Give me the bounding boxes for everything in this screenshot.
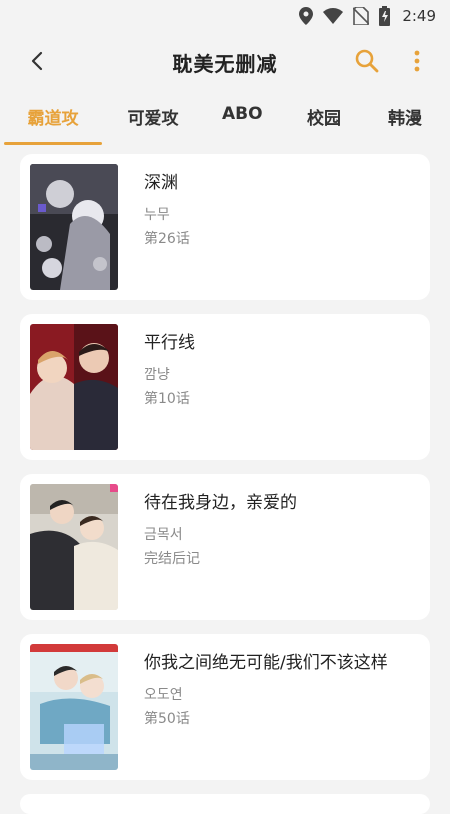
comic-author: 누무 — [144, 207, 170, 223]
comic-latest-chapter: 完结后记 — [144, 551, 200, 567]
comic-card[interactable]: 待在我身边，亲爱的 금목서 完结后记 — [20, 474, 430, 620]
tab-keai-gong[interactable]: 可爱攻 — [124, 104, 182, 129]
search-icon — [355, 49, 379, 73]
comic-author: 깜냥 — [144, 367, 170, 383]
comic-cover-image — [30, 324, 118, 450]
battery-charging-icon — [379, 6, 391, 26]
more-options-button[interactable] — [407, 48, 427, 74]
more-vert-icon — [414, 50, 420, 72]
no-sim-icon — [353, 7, 370, 25]
category-tabs: 霸道攻 可爱攻 ABO 校园 韩漫 — [0, 92, 450, 145]
comic-cover-image — [30, 164, 118, 290]
status-time: 2:49 — [402, 7, 436, 25]
comic-cover-image — [30, 484, 118, 610]
comic-card-partial[interactable] — [20, 794, 430, 814]
status-bar: 2:49 — [0, 0, 450, 32]
app-bar: 耽美无删减 — [0, 32, 450, 90]
tab-badao-gong[interactable]: 霸道攻 — [24, 104, 82, 129]
comic-title: 待在我身边，亲爱的 — [144, 493, 297, 513]
comic-card[interactable]: 你我之间绝无可能/我们不该这样 오도연 第50话 — [20, 634, 430, 780]
comic-latest-chapter: 第50话 — [144, 711, 190, 727]
tab-indicator — [4, 142, 102, 145]
tab-hanman[interactable]: 韩漫 — [386, 104, 424, 129]
comic-latest-chapter: 第26话 — [144, 231, 190, 247]
comic-cover-image — [30, 644, 118, 770]
comic-author: 오도연 — [144, 687, 183, 703]
comic-card[interactable]: 深渊 누무 第26话 — [20, 154, 430, 300]
wifi-icon — [323, 8, 344, 24]
comic-card[interactable]: 平行线 깜냥 第10话 — [20, 314, 430, 460]
tab-xiaoyuan[interactable]: 校园 — [305, 104, 343, 129]
tab-abo[interactable]: ABO — [222, 104, 263, 124]
comic-latest-chapter: 第10话 — [144, 391, 190, 407]
comic-title: 深渊 — [144, 173, 178, 193]
comic-author: 금목서 — [144, 527, 183, 543]
page-title: 耽美无删减 — [172, 52, 278, 76]
location-icon — [299, 7, 314, 25]
comic-title: 你我之间绝无可能/我们不该这样 — [144, 653, 388, 673]
search-button[interactable] — [354, 48, 380, 74]
comic-title: 平行线 — [144, 333, 195, 353]
